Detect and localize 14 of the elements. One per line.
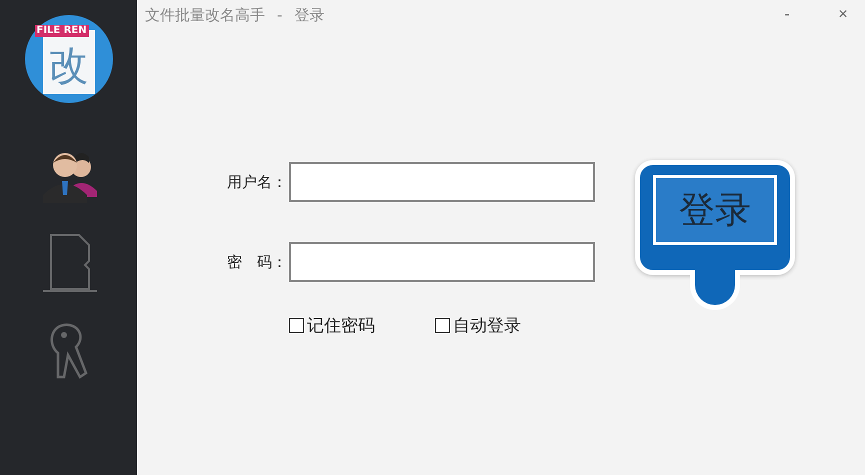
username-field[interactable] — [289, 162, 595, 202]
window-subtitle: 登录 — [294, 6, 324, 24]
checkbox-label: 自动登录 — [453, 315, 521, 337]
close-button[interactable]: × — [821, 1, 865, 29]
checkbox[interactable] — [289, 318, 304, 333]
checkbox[interactable] — [435, 318, 450, 333]
minimize-button[interactable]: - — [765, 1, 809, 29]
window-title: 文件批量改名高手 — [145, 6, 265, 24]
field-label: 密 码： — [226, 252, 287, 272]
login-button[interactable]: 登录 — [635, 160, 795, 320]
title-separator: - — [277, 6, 282, 24]
checkbox-label: 记住密码 — [307, 315, 375, 337]
field-label: 用户名： — [226, 172, 287, 192]
password-field[interactable] — [289, 242, 595, 282]
